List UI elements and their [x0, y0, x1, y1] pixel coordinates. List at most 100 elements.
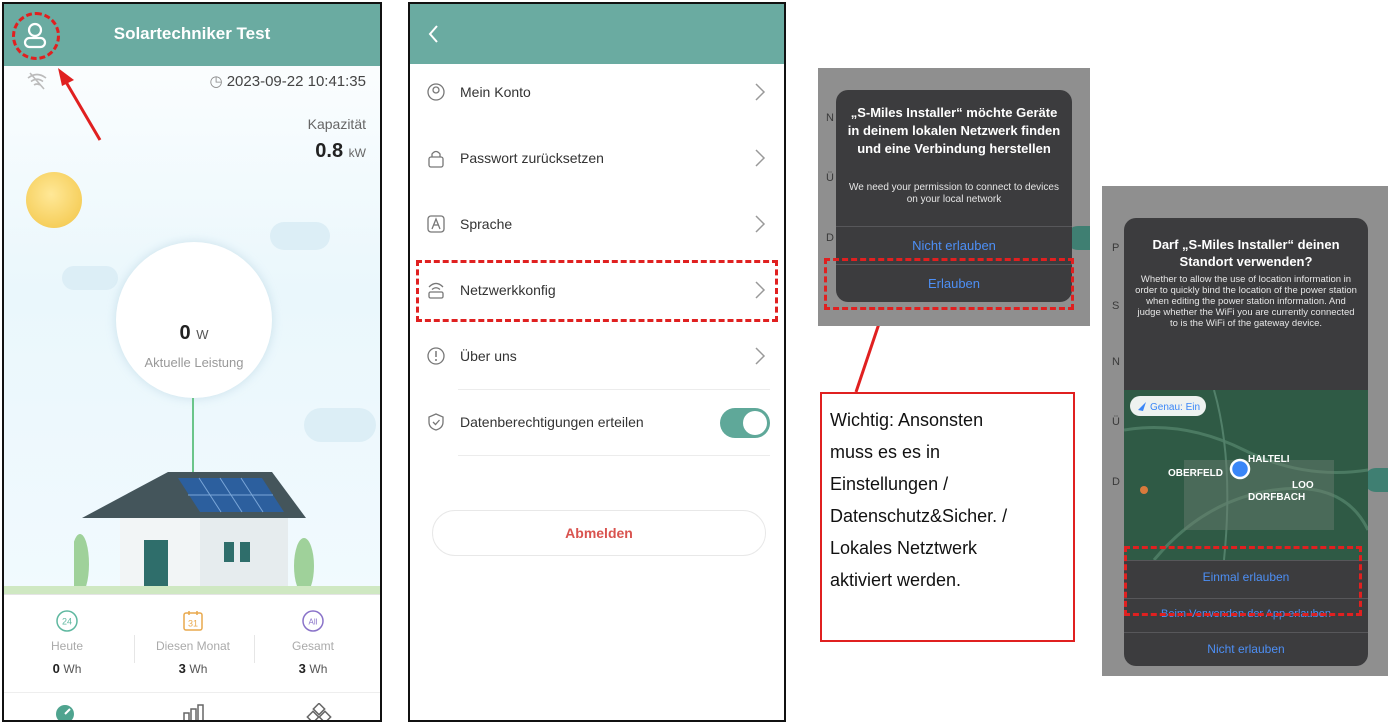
bar-chart-icon[interactable] [180, 703, 206, 722]
background-edge-text: P [1112, 242, 1120, 254]
account-icon [427, 83, 445, 101]
back-icon[interactable] [424, 22, 444, 46]
shield-icon [428, 413, 444, 431]
wifi-off-icon [27, 72, 47, 90]
note-line: Lokales Netztwerk [830, 538, 978, 558]
stat-value: 0 Wh [52, 661, 82, 676]
chevron-right-icon [755, 149, 766, 167]
cloud-illustration [270, 222, 330, 250]
dialog-title: Darf „S-Miles Installer“ deinen Standort… [1152, 237, 1340, 269]
stat-value: 3 Wh [298, 661, 328, 676]
stat-label: Diesen Monat [155, 639, 231, 653]
lock-icon [428, 150, 444, 168]
stat-label: Gesamt [291, 639, 334, 653]
language-icon [427, 215, 445, 233]
svg-text:LOO: LOO [1292, 480, 1314, 491]
settings-screen: Mein Konto Passwort zurücksetzen Sprache… [408, 2, 786, 722]
stat-label: Heute [50, 639, 84, 653]
chevron-right-icon [755, 83, 766, 101]
data-permissions-toggle[interactable] [720, 408, 770, 438]
menu-label: Über uns [460, 348, 517, 364]
annotation-note: Wichtig: Ansonsten muss es es in Einstel… [820, 392, 1075, 642]
annotation-highlight [1124, 546, 1362, 616]
capacity-number: 0.8 [315, 140, 344, 162]
house-illustration [74, 472, 314, 594]
sun-illustration [26, 172, 82, 228]
dialog-title: „S-Miles Installer“ möchte Geräte in dei… [847, 105, 1061, 156]
power-number: 0 [179, 322, 191, 344]
capacity-label: Kapazität [307, 116, 366, 132]
menu-item-about[interactable]: Über uns [410, 324, 784, 390]
dialog-message: We need your permission to connect to de… [849, 182, 1059, 205]
annotation-highlight [824, 258, 1074, 310]
clock-icon: ◷ [209, 73, 223, 90]
power-label: Aktuelle Leistung [144, 355, 244, 370]
note-line: muss es es in [830, 442, 941, 462]
background-edge-text: D [1112, 476, 1120, 488]
svg-text:HALTELI: HALTELI [1248, 454, 1290, 465]
location-permission-screenshot: P S N Ü D Darf „S-Miles Installer“ deine… [1102, 186, 1388, 676]
cloud-illustration [62, 266, 118, 290]
background-edge-text: N [1112, 356, 1120, 368]
menu-item-account[interactable]: Mein Konto [410, 60, 784, 126]
dialog-separator [836, 226, 1072, 227]
note-line: Wichtig: Ansonsten [830, 410, 984, 430]
devices-icon[interactable] [306, 703, 332, 722]
energy-stats: 24 Heute 0 Wh 31 Diesen Monat 3 Wh All G… [4, 594, 380, 694]
logout-button[interactable]: Abmelden [432, 510, 766, 556]
power-gauge: 0 W Aktuelle Leistung [116, 242, 272, 398]
background-edge-text: D [826, 232, 834, 244]
stat-month[interactable]: 31 Diesen Monat 3 Wh [138, 609, 248, 676]
datetime-text: 2023-09-22 10:41:35 [226, 73, 366, 90]
row-separator [458, 455, 770, 456]
local-network-permission-screenshot: N Ü D „S-Miles Installer“ möchte Geräte … [818, 68, 1090, 326]
menu-label: Datenberechtigungen erteilen [460, 414, 644, 430]
menu-item-language[interactable]: Sprache [410, 192, 784, 258]
bottom-tab-bar [4, 692, 380, 722]
datetime-readout: ◷ 2023-09-22 10:41:35 [209, 72, 366, 90]
power-value: 0 W [116, 322, 272, 345]
svg-text:OBERFELD: OBERFELD [1168, 468, 1223, 479]
capacity-value: 0.8 kW [315, 140, 366, 163]
location-map: HALTELI OBERFELD LOO DORFBACH Genau: Ein [1124, 390, 1368, 560]
day-icon: 24 [56, 610, 78, 632]
stat-today[interactable]: 24 Heute 0 Wh [12, 609, 122, 676]
stat-divider [134, 635, 135, 663]
chevron-right-icon [755, 347, 766, 365]
cloud-illustration [304, 408, 376, 442]
background-edge-text: N [826, 112, 834, 124]
background-edge-text: Ü [1112, 416, 1120, 428]
svg-text:Genau: Ein: Genau: Ein [1150, 402, 1200, 413]
stat-total[interactable]: All Gesamt 3 Wh [258, 609, 368, 676]
info-icon [427, 347, 445, 365]
menu-item-data-permissions: Datenberechtigungen erteilen [410, 390, 784, 456]
note-line: Einstellungen / [830, 474, 949, 494]
menu-label: Passwort zurücksetzen [460, 150, 604, 166]
calendar-icon: 31 [183, 611, 203, 631]
toggle-knob [743, 411, 767, 435]
deny-button[interactable]: Nicht erlauben [836, 238, 1072, 253]
menu-label: Sprache [460, 216, 513, 232]
gauge-icon[interactable] [52, 703, 78, 722]
menu-item-reset-password[interactable]: Passwort zurücksetzen [410, 126, 784, 192]
annotation-highlight [416, 260, 778, 322]
note-line: aktiviert werden. [830, 570, 962, 590]
home-screen: Solartechniker Test ◷ 2023-09-22 10:41:3… [2, 2, 382, 722]
stat-divider [254, 635, 255, 663]
settings-header [410, 4, 784, 64]
chevron-right-icon [755, 215, 766, 233]
note-line: Datenschutz&Sicher. / [830, 506, 1008, 526]
svg-text:24: 24 [62, 617, 72, 627]
deny-location-button[interactable]: Nicht erlauben [1124, 642, 1368, 656]
dialog-message: Whether to allow the use of location inf… [1135, 274, 1357, 329]
total-icon: All [302, 610, 324, 632]
station-title: Solartechniker Test [113, 24, 271, 43]
background-edge-text: S [1112, 300, 1120, 312]
background-edge-text: Ü [826, 172, 834, 184]
dialog-separator [1124, 632, 1368, 633]
home-header: Solartechniker Test [4, 4, 380, 66]
stat-value: 3 Wh [178, 661, 208, 676]
svg-text:All: All [309, 618, 318, 627]
menu-label: Mein Konto [460, 84, 531, 100]
power-unit: W [196, 327, 209, 342]
